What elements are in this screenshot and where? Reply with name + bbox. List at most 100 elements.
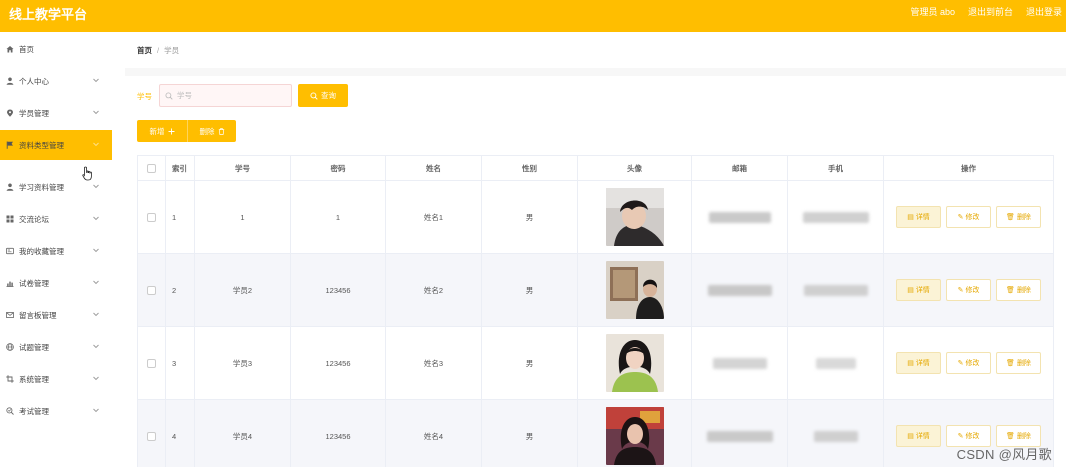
bulk-delete-button[interactable]: 删除 [187, 120, 236, 142]
delete-button[interactable]: 🗑 删除 [996, 352, 1041, 374]
breadcrumb-current: 学员 [164, 45, 180, 55]
edit-button[interactable]: ✎ 修改 [946, 206, 991, 228]
edit-icon: ✎ [957, 287, 964, 294]
brand-title: 线上教学平台 [9, 7, 88, 22]
trash-icon: 🗑 [1006, 214, 1015, 221]
edit-button[interactable]: ✎ 修改 [946, 279, 991, 301]
sidebar-item-home[interactable]: 首页 [0, 34, 112, 64]
search-icon [310, 91, 318, 100]
add-button[interactable]: 新增 [137, 120, 187, 142]
sidebar-item-exams[interactable]: 考试管理 [0, 396, 112, 426]
sidebar-item-material-types[interactable]: 资料类型管理 [0, 130, 112, 160]
sidebar-item-favorites[interactable]: 我的收藏管理 [0, 236, 112, 266]
edit-label: 修改 [965, 360, 980, 367]
sidebar-item-papers[interactable]: 试卷管理 [0, 268, 112, 298]
user-icon [6, 77, 14, 85]
phone-cell [788, 254, 884, 326]
index-cell: 2 [166, 254, 195, 326]
sidebar-item-label: 考试管理 [19, 406, 49, 416]
table-header: 索引 学号 密码 姓名 性别 头像 邮箱 手机 操作 [138, 156, 1053, 181]
email-cell [692, 254, 788, 326]
sidebar-item-label: 留言板管理 [19, 310, 57, 320]
exit-to-frontend-link[interactable]: 退出到前台 [968, 5, 1013, 18]
table-row: 3 学员3 123456 姓名3 男 ▤ 详情 ✎ 修改 🗑 删除 [138, 327, 1053, 400]
avatar-cell [578, 254, 692, 326]
name-cell: 姓名1 [386, 181, 482, 253]
index-cell: 1 [166, 181, 195, 253]
detail-button[interactable]: ▤ 详情 [896, 206, 941, 228]
chevron-down-icon [93, 142, 99, 147]
row-checkbox[interactable] [147, 358, 156, 368]
add-button-label: 新增 [149, 126, 165, 136]
detail-button[interactable]: ▤ 详情 [896, 425, 941, 447]
gender-cell: 男 [482, 400, 578, 467]
chevron-down-icon [93, 344, 99, 349]
sidebar-item-forum[interactable]: 交流论坛 [0, 204, 112, 234]
row-checkbox[interactable] [147, 431, 156, 441]
exam-icon [6, 407, 14, 415]
detail-icon: ▤ [907, 214, 914, 221]
gender-cell: 男 [482, 327, 578, 399]
phone-cell [788, 400, 884, 467]
mail-icon [6, 311, 14, 319]
row-checkbox[interactable] [147, 285, 156, 295]
bulk-delete-button-label: 删除 [199, 126, 215, 136]
detail-label: 详情 [915, 214, 930, 221]
index-cell: 3 [166, 327, 195, 399]
redacted-email [712, 357, 767, 369]
sidebar-item-profile[interactable]: 个人中心 [0, 66, 112, 96]
actions-cell: ▤ 详情 ✎ 修改 🗑 删除 [884, 181, 1053, 253]
column-header: 性别 [482, 156, 578, 180]
plus-icon [168, 128, 174, 134]
password-cell: 123456 [291, 327, 386, 399]
sidebar-item-label: 个人中心 [19, 76, 49, 86]
delete-label: 删除 [1016, 433, 1031, 440]
delete-button[interactable]: 🗑 删除 [996, 206, 1041, 228]
sidebar-item-students[interactable]: 学员管理 [0, 98, 112, 128]
select-all-checkbox[interactable] [147, 163, 156, 173]
redacted-phone [802, 211, 869, 223]
avatar [605, 334, 664, 392]
edit-label: 修改 [965, 214, 980, 221]
sidebar-item-system[interactable]: 系统管理 [0, 364, 112, 394]
sidebar-item-messages[interactable]: 留言板管理 [0, 300, 112, 330]
chevron-down-icon [93, 216, 99, 221]
sidebar-item-label: 系统管理 [19, 374, 49, 384]
avatar-cell [578, 327, 692, 399]
avatar [605, 261, 664, 319]
table-row: 2 学员2 123456 姓名2 男 ▤ 详情 ✎ 修改 🗑 删除 [138, 254, 1053, 327]
detail-button[interactable]: ▤ 详情 [896, 279, 941, 301]
table-row: 1 1 1 姓名1 男 ▤ 详情 ✎ 修改 🗑 删除 [138, 181, 1053, 254]
row-checkbox[interactable] [147, 212, 156, 222]
select-all-cell [138, 156, 166, 180]
search-input[interactable]: 学号 [159, 84, 292, 107]
sidebar-item-questions[interactable]: 试题管理 [0, 332, 112, 362]
search-button[interactable]: 查询 [298, 84, 348, 107]
top-header: 线上教学平台 管理员 abo 退出到前台 退出登录 [0, 0, 1066, 32]
sidebar-item-label: 资料类型管理 [19, 140, 64, 150]
email-cell [692, 400, 788, 467]
delete-label: 删除 [1016, 360, 1031, 367]
sidebar-item-label: 我的收藏管理 [19, 246, 64, 256]
avatar [605, 188, 664, 246]
phone-cell [788, 181, 884, 253]
search-label: 学号 [137, 92, 152, 101]
trash-icon [218, 127, 224, 135]
edit-button[interactable]: ✎ 修改 [946, 352, 991, 374]
trash-icon: 🗑 [1006, 433, 1015, 440]
sidebar-item-study-materials[interactable]: 学习资料管理 [0, 172, 112, 202]
column-header: 索引 [166, 156, 195, 180]
delete-button[interactable]: 🗑 删除 [996, 279, 1041, 301]
name-cell: 姓名2 [386, 254, 482, 326]
logout-link[interactable]: 退出登录 [1026, 5, 1062, 18]
chevron-down-icon [93, 248, 99, 253]
sidebar-item-label: 试卷管理 [19, 278, 49, 288]
trash-icon: 🗑 [1006, 287, 1015, 294]
search-icon [165, 92, 173, 100]
breadcrumb-home[interactable]: 首页 [137, 45, 152, 56]
column-header: 头像 [578, 156, 692, 180]
main-content: 首页 / 学员 学号 学号 查询 新增 删除 索引 学号 密码 姓名 性别 头像… [125, 32, 1066, 467]
detail-label: 详情 [915, 433, 930, 440]
detail-label: 详情 [915, 360, 930, 367]
detail-button[interactable]: ▤ 详情 [896, 352, 941, 374]
